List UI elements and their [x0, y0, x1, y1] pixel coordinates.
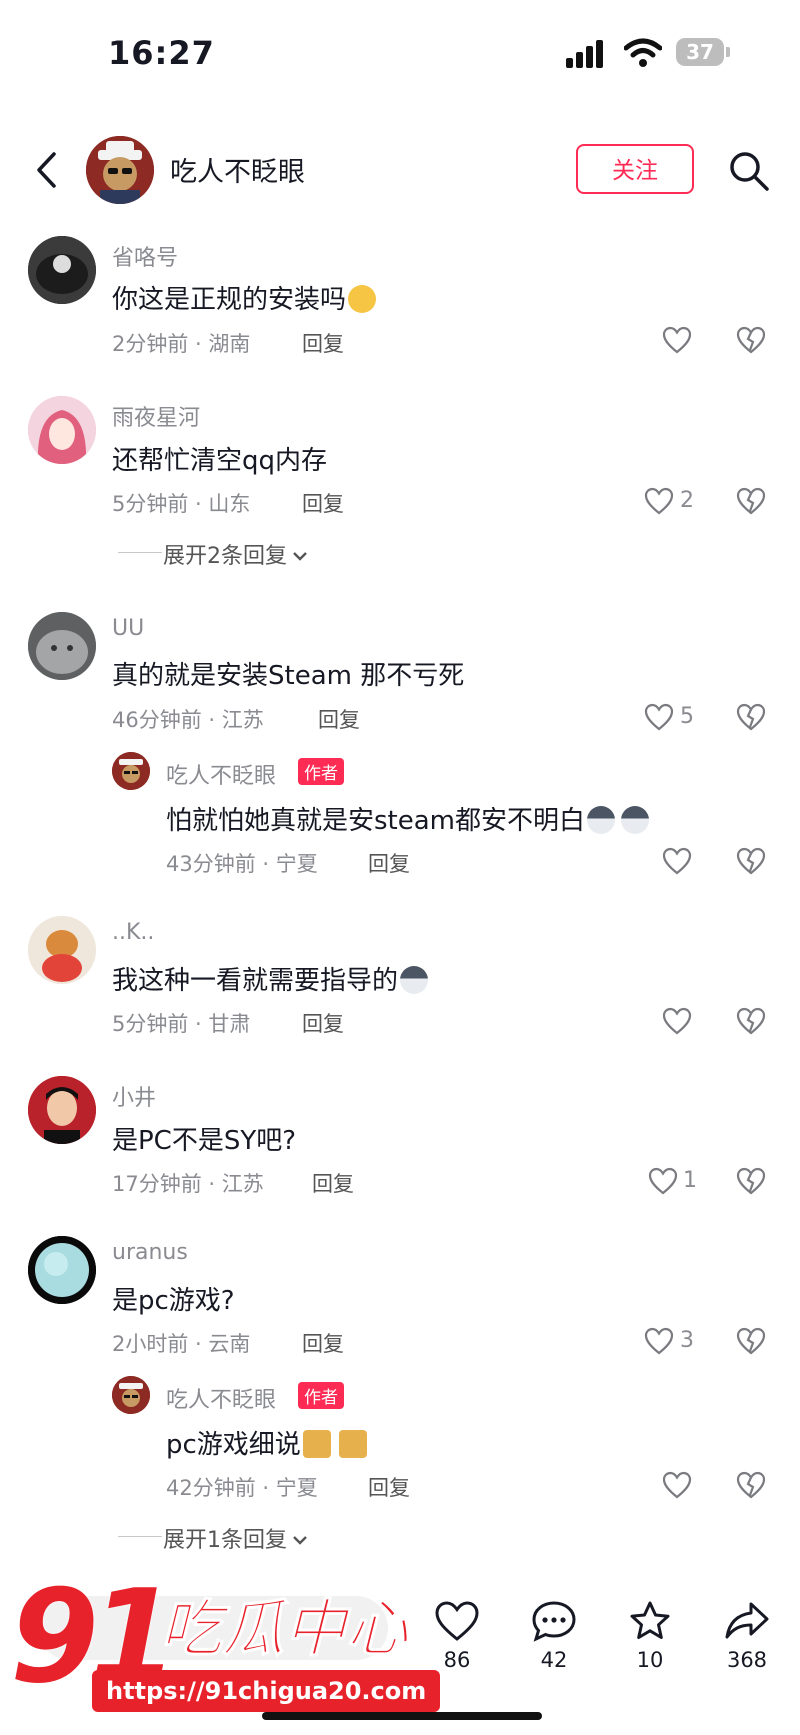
battery-indicator: 37 [676, 38, 724, 66]
comment-username[interactable]: 省咯号 [112, 240, 178, 272]
reply-avatar[interactable] [112, 752, 150, 790]
husky-emoji-icon [621, 806, 649, 834]
comment-username[interactable]: 雨夜星河 [112, 400, 200, 432]
dislike-icon[interactable] [736, 326, 766, 354]
home-indicator [262, 1712, 542, 1720]
comment-text: 还帮忙清空qq内存 [112, 446, 328, 476]
doge-emoji-icon [302, 1430, 331, 1458]
comment-total: 42 [540, 1648, 568, 1672]
comment-meta: 17分钟前 · 江苏 [112, 1172, 264, 1196]
like-count: 1 [683, 1168, 697, 1193]
author-badge: 作者 [298, 1382, 344, 1409]
comment-text: 你这是正规的安装吗 [112, 279, 377, 316]
comment-meta: 5分钟前 · 甘肃 [112, 1012, 251, 1036]
comment-text: 我这种一看就需要指导的 [112, 960, 429, 997]
reply-button[interactable]: 回复 [302, 328, 344, 358]
comment-text: 真的就是安装Steam 那不亏死 [112, 661, 465, 691]
reply-button[interactable]: 回复 [368, 848, 410, 878]
reply-username[interactable]: 吃人不眨眼 [166, 758, 276, 790]
heart-icon[interactable] [662, 847, 692, 875]
reply-button[interactable]: 回复 [368, 1472, 410, 1502]
comment-icon[interactable] [531, 1600, 577, 1642]
husky-emoji-icon [587, 806, 615, 834]
comment-text: 是pc游戏? [112, 1286, 235, 1316]
comment-username[interactable]: ..K.. [112, 920, 154, 945]
doge-emoji-icon [338, 1430, 367, 1458]
star-icon[interactable] [627, 1600, 673, 1642]
user-avatar[interactable] [28, 1236, 96, 1304]
wifi-icon [624, 38, 662, 67]
user-avatar[interactable] [28, 612, 96, 680]
dislike-icon[interactable] [736, 847, 766, 875]
reply-username[interactable]: 吃人不眨眼 [166, 1382, 276, 1414]
chevron-down-icon [293, 552, 307, 561]
like-count: 2 [680, 488, 694, 513]
expand-replies-button[interactable]: 展开2条回复 [163, 538, 309, 570]
watermark-logo-text: 吃瓜中心 [159, 1592, 409, 1665]
user-avatar[interactable] [28, 396, 96, 464]
share-icon[interactable] [724, 1600, 770, 1642]
battery-tip [726, 47, 730, 57]
reply-button[interactable]: 回复 [302, 1008, 344, 1038]
user-avatar[interactable] [28, 236, 96, 304]
heart-icon[interactable] [434, 1600, 480, 1642]
dislike-icon[interactable] [736, 1167, 766, 1195]
heart-icon[interactable] [662, 1007, 692, 1035]
heart-icon[interactable] [662, 326, 692, 354]
heart-icon[interactable] [644, 1327, 674, 1355]
comment-username[interactable]: 小井 [112, 1080, 156, 1112]
reply-button[interactable]: 回复 [302, 488, 344, 518]
heart-icon[interactable] [644, 487, 674, 515]
like-count: 3 [680, 1328, 694, 1353]
reply-button[interactable]: 回复 [318, 704, 360, 734]
heart-icon[interactable] [662, 1471, 692, 1499]
reply-text: 怕就怕她真就是安steam都安不明白 [166, 800, 649, 837]
reply-button[interactable]: 回复 [302, 1328, 344, 1358]
husky-emoji-icon [400, 966, 429, 994]
dislike-icon[interactable] [736, 1007, 766, 1035]
comment-meta: 46分钟前 · 江苏 [112, 708, 264, 732]
comment-username[interactable]: UU [112, 616, 144, 641]
back-icon[interactable] [34, 150, 58, 190]
user-avatar[interactable] [28, 1076, 96, 1144]
heart-icon[interactable] [644, 703, 674, 731]
heart-icon[interactable] [648, 1167, 678, 1195]
cellular-signal-icon [566, 40, 603, 68]
dislike-icon[interactable] [736, 1327, 766, 1355]
user-avatar[interactable] [28, 916, 96, 984]
comment-meta: 2小时前 · 云南 [112, 1332, 251, 1356]
chevron-down-icon [293, 1536, 307, 1545]
smiling-emoji-icon [348, 285, 377, 313]
header-avatar[interactable] [86, 136, 154, 204]
dislike-icon[interactable] [736, 1471, 766, 1499]
divider [118, 1536, 162, 1537]
dislike-icon[interactable] [736, 703, 766, 731]
expand-replies-button[interactable]: 展开1条回复 [163, 1522, 309, 1554]
share-total: 368 [726, 1648, 768, 1672]
like-count: 5 [680, 704, 694, 729]
comment-username[interactable]: uranus [112, 1240, 188, 1265]
reply-meta: 43分钟前 · 宁夏 [166, 852, 318, 876]
reply-avatar[interactable] [112, 1376, 150, 1414]
favorite-total: 10 [636, 1648, 664, 1672]
reply-meta: 42分钟前 · 宁夏 [166, 1476, 318, 1500]
like-total: 86 [443, 1648, 471, 1672]
comment-meta: 2分钟前 · 湖南 [112, 332, 251, 356]
divider [118, 552, 162, 553]
watermark-url: https://91chigua20.com [92, 1670, 441, 1712]
search-icon[interactable] [728, 150, 770, 192]
comment-meta: 5分钟前 · 山东 [112, 492, 251, 516]
dislike-icon[interactable] [736, 487, 766, 515]
comment-text: 是PC不是SY吧? [112, 1126, 297, 1156]
follow-button[interactable]: 关注 [576, 144, 694, 194]
page-title: 吃人不眨眼 [170, 157, 305, 188]
status-time: 16:27 [108, 34, 215, 72]
reply-button[interactable]: 回复 [312, 1168, 354, 1198]
author-badge: 作者 [298, 758, 344, 785]
reply-text: pc游戏细说 [166, 1424, 367, 1461]
